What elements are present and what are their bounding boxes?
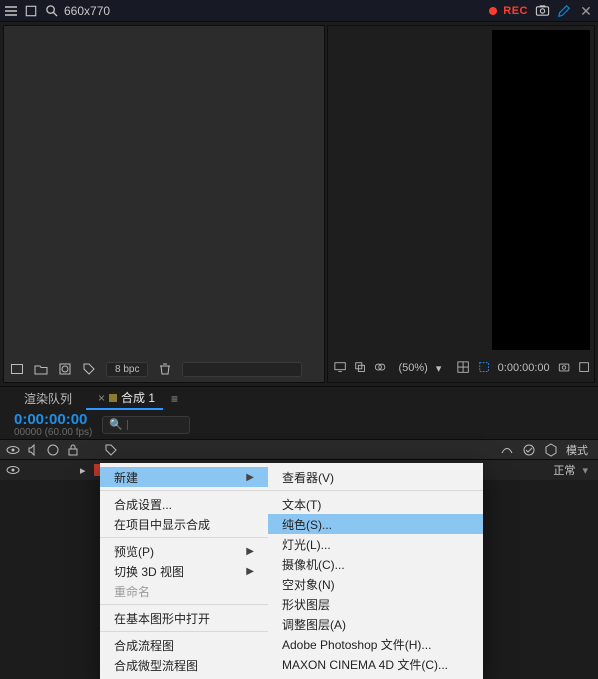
mask-icon[interactable] [374, 361, 386, 375]
shy-icon[interactable] [500, 443, 514, 457]
timeline-header: 0:00:00:00 00000 (60.00 fps) 🔍 [0, 410, 598, 440]
tab-overflow-icon[interactable]: ≡ [171, 392, 178, 406]
viewer-timecode[interactable]: 0:00:00:00 [498, 362, 550, 374]
blend-mode[interactable]: 正常 [553, 465, 575, 477]
bpc-indicator[interactable]: 8 bpc [106, 362, 148, 377]
menu-item-open-essential[interactable]: 在基本图形中打开 [100, 608, 268, 628]
submenu-item-viewer[interactable]: 查看器(V) [268, 467, 483, 487]
frame-info: 00000 (60.00 fps) [14, 428, 92, 438]
edit-pencil-icon[interactable] [556, 3, 572, 19]
submenu-item-text[interactable]: 文本(T) [268, 494, 483, 514]
3d-icon[interactable] [544, 443, 558, 457]
close-icon[interactable]: ✕ [578, 3, 594, 19]
camera-icon[interactable] [534, 3, 550, 19]
mode-column-label[interactable]: 模式 [566, 442, 588, 458]
layers-icon[interactable] [354, 361, 366, 375]
project-panel[interactable] [3, 25, 325, 383]
viewer-canvas[interactable] [492, 30, 590, 350]
snapshot-icon[interactable] [558, 361, 570, 375]
submenu-item-c4d[interactable]: MAXON CINEMA 4D 文件(C)... [268, 654, 483, 674]
submenu-item-null[interactable]: 空对象(N) [268, 574, 483, 594]
menu-item-reveal-in-project[interactable]: 在项目中显示合成 [100, 514, 268, 534]
search-icon: 🔍 [109, 418, 123, 431]
menu-item-rename: 重命名 [100, 581, 268, 601]
lock-column-icon[interactable] [66, 443, 80, 457]
region-icon[interactable] [478, 361, 490, 375]
folder-icon[interactable] [34, 362, 48, 376]
timeline-tabs: 渲染队列 × 合成 1 ≡ [0, 386, 598, 410]
submenu-item-solid[interactable]: 纯色(S)... [268, 514, 483, 534]
bin-icon[interactable] [10, 362, 24, 376]
tab-label: 渲染队列 [24, 390, 72, 407]
menu-item-new[interactable]: 新建▶ [100, 467, 268, 487]
grid-icon[interactable] [457, 361, 469, 375]
menu-icon[interactable] [4, 4, 18, 18]
comp-color-icon [109, 394, 117, 402]
record-indicator-icon [489, 7, 497, 15]
menu-item-preview[interactable]: 预览(P)▶ [100, 541, 268, 561]
timeline-search[interactable]: 🔍 [102, 416, 190, 434]
submenu-item-shape[interactable]: 形状图层 [268, 594, 483, 614]
tab-label: 合成 1 [121, 389, 155, 406]
menu-item-comp-settings[interactable]: 合成设置... [100, 494, 268, 514]
record-label[interactable]: REC [503, 5, 528, 17]
tab-comp-1[interactable]: × 合成 1 [86, 387, 163, 410]
new-comp-icon[interactable] [58, 362, 72, 376]
trash-icon[interactable] [158, 362, 172, 376]
solo-column-icon[interactable] [46, 443, 60, 457]
project-footer: 8 bpc [10, 360, 318, 378]
submenu-item-adjustment[interactable]: 调整图层(A) [268, 614, 483, 634]
menu-item-mini-flowchart[interactable]: 合成微型流程图 [100, 655, 268, 675]
window-icon[interactable] [24, 4, 38, 18]
submenu-item-light[interactable]: 灯光(L)... [268, 534, 483, 554]
top-toolbar: 660x770 REC ✕ [0, 0, 598, 22]
context-submenu-new: 查看器(V) 文本(T) 纯色(S)... 灯光(L)... 摄像机(C)...… [268, 463, 483, 679]
switch-icon[interactable] [522, 443, 536, 457]
composition-viewer[interactable]: (50%) ▾ 0:00:00:00 [327, 25, 595, 383]
zoom-level[interactable]: (50%) [398, 362, 427, 374]
label-column-icon[interactable] [104, 443, 118, 457]
eye-icon[interactable] [6, 463, 20, 477]
submenu-item-psd[interactable]: Adobe Photoshop 文件(H)... [268, 634, 483, 654]
context-menu-main: 新建▶ 合成设置... 在项目中显示合成 预览(P)▶ 切换 3D 视图▶ 重命… [100, 463, 268, 679]
expand-arrow-icon[interactable]: ▸ [80, 464, 86, 477]
search-pill[interactable] [182, 362, 302, 377]
panels-area: (50%) ▾ 0:00:00:00 8 bpc [0, 22, 598, 386]
tab-render-queue[interactable]: 渲染队列 [16, 388, 80, 409]
layer-columns-header: 模式 [0, 440, 598, 460]
menu-item-switch-3d[interactable]: 切换 3D 视图▶ [100, 561, 268, 581]
audio-column-icon[interactable] [26, 443, 40, 457]
current-timecode[interactable]: 0:00:00:00 [14, 412, 92, 427]
dimensions-label: 660x770 [64, 4, 110, 18]
search-icon[interactable] [44, 4, 58, 18]
menu-item-flowchart[interactable]: 合成流程图 [100, 635, 268, 655]
tag-icon[interactable] [82, 362, 96, 376]
display-icon[interactable] [334, 361, 346, 375]
eye-column-icon[interactable] [6, 443, 20, 457]
viewer-status-bar: (50%) ▾ 0:00:00:00 [334, 358, 590, 378]
preview-icon[interactable] [578, 361, 590, 375]
context-menu: 新建▶ 合成设置... 在项目中显示合成 预览(P)▶ 切换 3D 视图▶ 重命… [100, 463, 483, 679]
close-tab-icon[interactable]: × [98, 391, 105, 405]
submenu-item-camera[interactable]: 摄像机(C)... [268, 554, 483, 574]
